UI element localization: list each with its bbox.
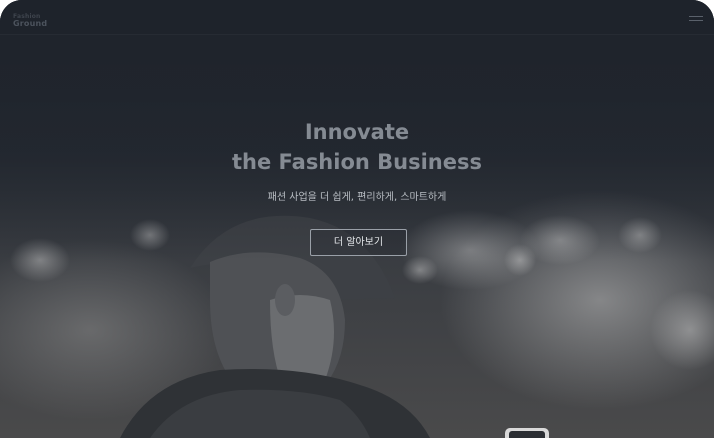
hero-headline: Innovate the Fashion Business (0, 117, 714, 177)
hero-text-block: Innovate the Fashion Business 패션 사업을 더 쉽… (0, 117, 714, 205)
hero-headline-line-1: Innovate (304, 120, 410, 144)
top-navigation-bar: Fashion Ground (0, 0, 714, 35)
browser-frame: Fashion Ground Innovate the Fashion Busi… (0, 0, 714, 438)
menu-icon-bar (689, 16, 703, 17)
brand-logo[interactable]: Fashion Ground (13, 13, 47, 28)
hero-subcopy: 패션 사업을 더 쉽게, 편리하게, 스마트하게 (267, 192, 447, 203)
learn-more-button[interactable]: 더 알아보기 (310, 229, 407, 256)
logo-line-2: Ground (13, 19, 48, 28)
hero-headline-line-2: the Fashion Business (231, 150, 482, 174)
menu-icon-bar (689, 20, 703, 21)
hero-background-image (0, 0, 714, 438)
hamburger-menu-icon[interactable] (689, 16, 703, 25)
